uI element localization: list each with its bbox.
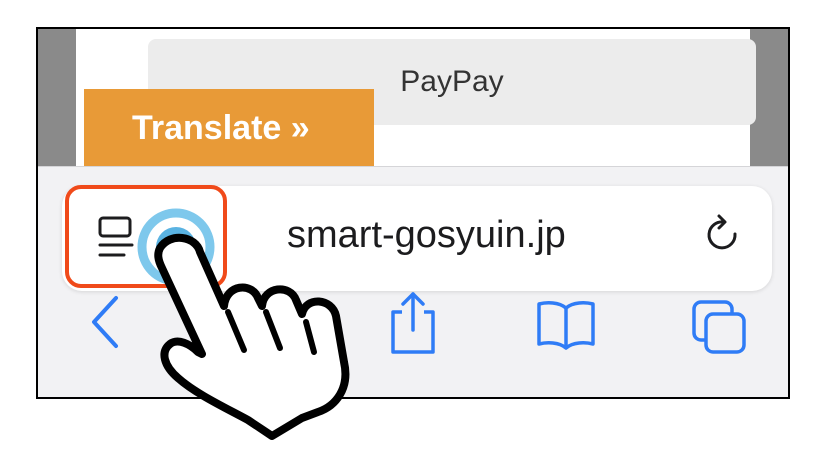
pointing-hand-icon (154, 234, 350, 440)
